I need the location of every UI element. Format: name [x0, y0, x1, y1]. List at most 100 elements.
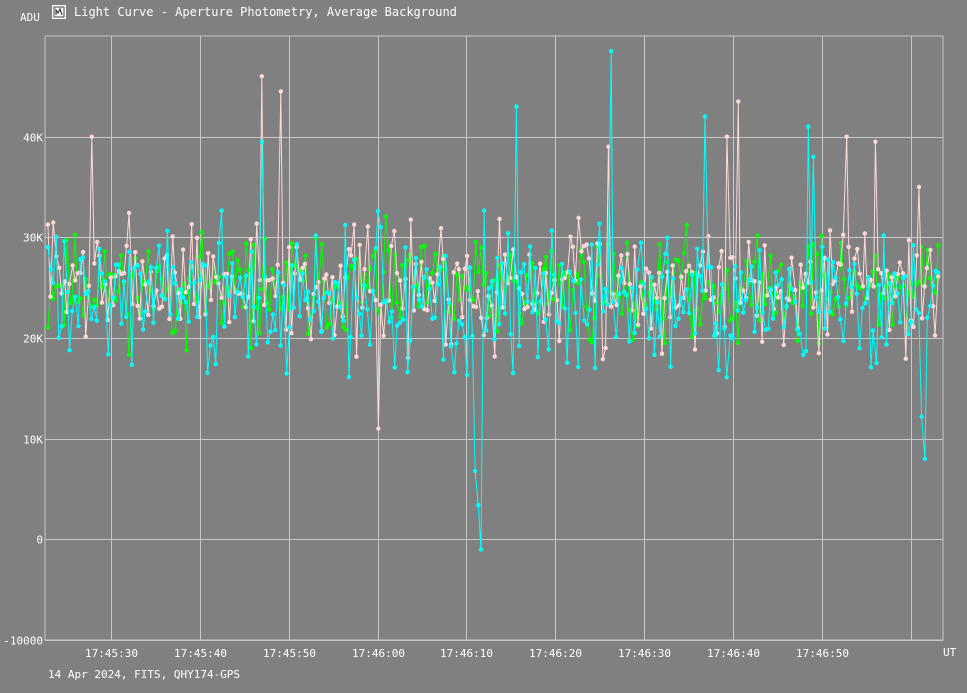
data-point	[928, 247, 933, 253]
data-point	[835, 294, 841, 300]
data-point	[99, 300, 105, 305]
data-point	[300, 265, 305, 271]
data-point	[638, 240, 644, 245]
data-point	[397, 320, 403, 325]
data-point	[786, 297, 792, 303]
data-point	[248, 236, 253, 242]
data-point	[476, 269, 481, 274]
data-point	[890, 322, 895, 327]
data-point	[736, 99, 741, 104]
data-point	[430, 271, 435, 276]
data-point	[863, 301, 868, 306]
data-point	[587, 307, 592, 312]
data-point	[833, 275, 838, 280]
data-point	[303, 253, 308, 258]
data-point	[684, 287, 689, 292]
data-point	[673, 323, 678, 329]
data-point	[871, 284, 876, 289]
data-point	[432, 315, 437, 320]
data-point	[733, 264, 738, 269]
data-point	[681, 250, 687, 256]
data-point	[927, 275, 932, 281]
data-point	[235, 257, 240, 263]
data-point	[603, 286, 608, 292]
data-point	[884, 342, 889, 347]
data-point	[911, 243, 916, 248]
data-point	[316, 299, 321, 304]
data-point	[335, 281, 341, 286]
data-point	[876, 282, 882, 288]
data-point	[300, 271, 305, 276]
data-point	[430, 280, 435, 285]
data-point	[819, 233, 824, 238]
data-point	[386, 248, 391, 253]
data-point	[67, 281, 72, 287]
data-point	[716, 265, 721, 270]
data-point	[857, 271, 862, 276]
data-point	[916, 279, 922, 284]
data-point	[400, 317, 406, 322]
data-point	[270, 312, 276, 317]
data-point	[180, 247, 186, 252]
data-point	[932, 333, 938, 338]
data-point	[472, 468, 478, 474]
data-point	[162, 296, 168, 302]
data-point	[792, 299, 798, 305]
data-point	[797, 331, 802, 336]
data-point	[99, 285, 105, 290]
data-point	[473, 304, 479, 309]
data-point	[370, 288, 376, 294]
data-point	[889, 301, 895, 306]
data-point	[278, 89, 283, 94]
data-point	[124, 314, 129, 320]
data-point	[455, 261, 460, 266]
data-point	[86, 283, 92, 288]
data-point	[452, 370, 457, 375]
data-point	[408, 338, 413, 343]
data-point	[671, 276, 676, 281]
data-point	[170, 264, 176, 270]
data-point	[284, 371, 289, 376]
data-point	[716, 368, 721, 373]
data-point	[679, 274, 684, 279]
data-point	[403, 245, 408, 250]
data-point	[571, 288, 576, 293]
data-point	[525, 299, 530, 304]
data-point	[119, 253, 124, 258]
data-point	[762, 243, 767, 248]
data-point	[362, 272, 368, 277]
data-point	[446, 309, 451, 314]
data-point	[203, 263, 208, 268]
data-point	[541, 266, 546, 272]
data-point	[730, 315, 735, 321]
data-point	[843, 301, 849, 306]
data-point	[582, 318, 587, 323]
data-point	[278, 343, 283, 348]
data-point	[619, 265, 624, 271]
data-point	[809, 311, 814, 316]
data-point	[627, 281, 632, 287]
data-point	[652, 352, 657, 358]
data-point	[257, 331, 262, 336]
data-point	[467, 265, 473, 270]
data-point	[210, 334, 216, 339]
data-point	[646, 270, 652, 275]
data-point	[138, 271, 143, 276]
data-point	[754, 305, 760, 310]
data-point	[330, 275, 335, 280]
data-point	[908, 320, 914, 325]
data-point	[752, 329, 757, 334]
data-point	[625, 251, 630, 257]
light-curve-app-icon[interactable]	[52, 5, 66, 19]
data-point	[327, 321, 332, 327]
data-point	[849, 285, 854, 290]
x-tick-label: 17:46:10	[440, 647, 493, 660]
data-point	[197, 277, 202, 283]
data-point	[668, 364, 673, 369]
data-point	[584, 242, 589, 247]
data-point	[795, 327, 800, 332]
data-point	[557, 321, 562, 326]
data-point	[773, 270, 778, 275]
data-point	[302, 261, 308, 267]
data-point	[400, 306, 405, 311]
